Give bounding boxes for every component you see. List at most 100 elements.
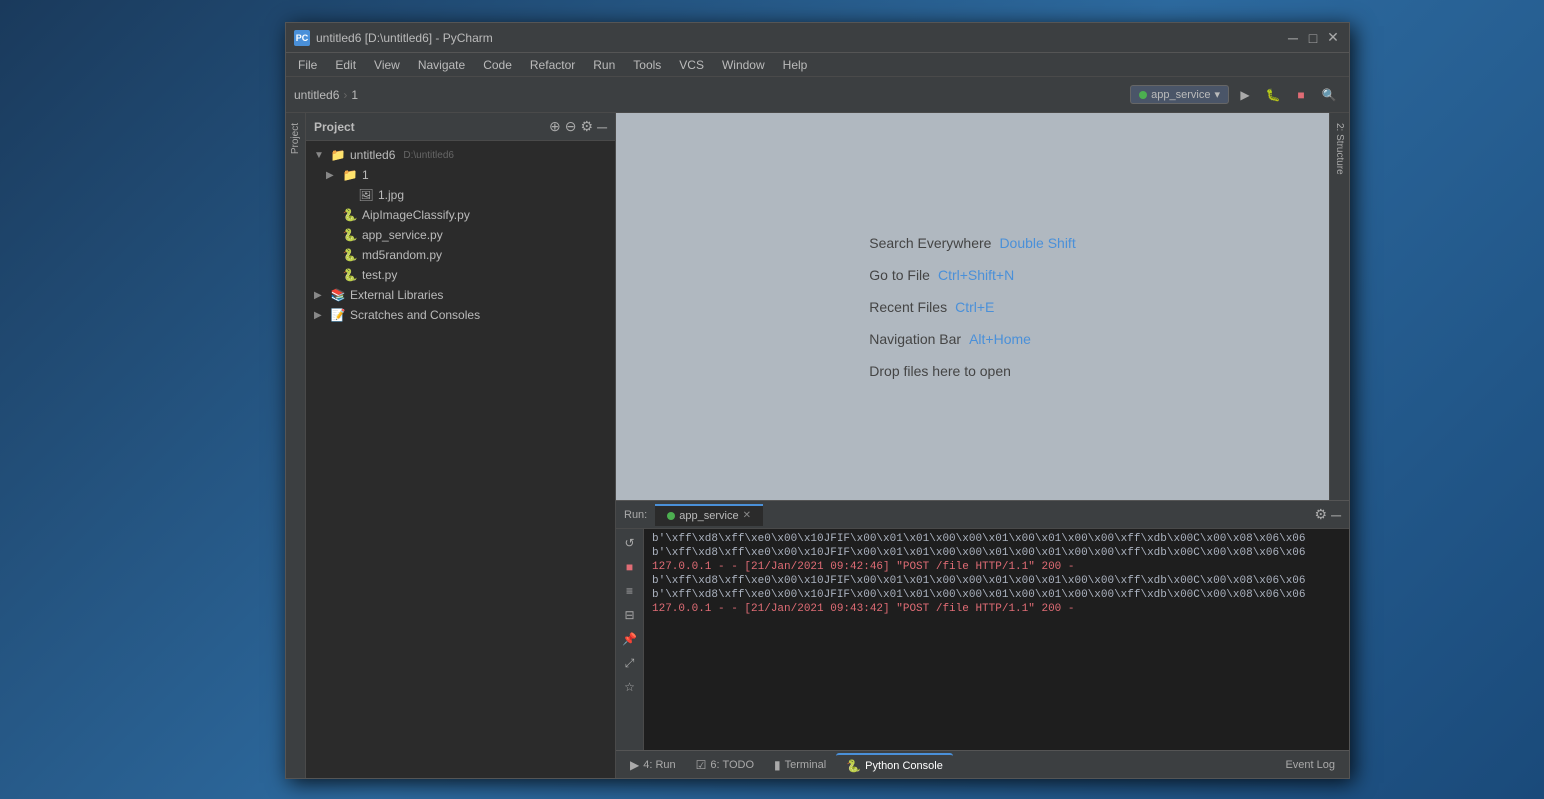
editor-structure-area: Search Everywhere Double Shift Go to Fil… [616,113,1349,500]
hint-search: Search Everywhere Double Shift [869,235,1075,251]
add-icon[interactable]: ⊕ [549,118,561,135]
menu-refactor[interactable]: Refactor [522,56,583,74]
hint-drop-label: Drop files here to open [869,363,1011,379]
image-icon: 🖼 [358,187,374,203]
project-panel-header: Project ⊕ ⊖ ⚙ ─ [306,113,615,141]
folder-name: 1 [362,168,369,182]
window-title: untitled6 [D:\untitled6] - PyCharm [316,31,1285,45]
run-panel-header: Run: app_service ✕ ⚙ ─ [616,501,1349,529]
menu-navigate[interactable]: Navigate [410,56,473,74]
close-run-panel-icon[interactable]: ─ [1331,507,1341,523]
structure-tab[interactable]: 2: Structure [1332,117,1347,181]
breadcrumb-folder[interactable]: 1 [351,88,358,102]
output-line-2: b'\xff\xd8\xff\xe0\x00\x10JFIF\x00\x01\x… [652,547,1341,559]
menu-code[interactable]: Code [475,56,520,74]
python-icon: 🐍 [342,247,358,263]
settings-icon[interactable]: ⚙ [581,118,594,135]
editor-area[interactable]: Search Everywhere Double Shift Go to Fil… [616,113,1329,500]
collapse-icon[interactable]: ⊖ [565,118,577,135]
hint-label: Search Everywhere [869,235,991,251]
run-configuration[interactable]: app_service ▾ [1130,85,1229,104]
stop-button[interactable]: ■ [1289,83,1313,107]
hint-shortcut: Double Shift [999,235,1075,251]
menu-help[interactable]: Help [775,56,816,74]
breadcrumb-project[interactable]: untitled6 [294,88,339,102]
output-line-4: b'\xff\xd8\xff\xe0\x00\x10JFIF\x00\x01\x… [652,575,1341,587]
run-tab-close[interactable]: ✕ [743,510,751,521]
menu-vcs[interactable]: VCS [671,56,712,74]
run-config-name: app_service [1151,89,1210,101]
tree-folder-1[interactable]: ▶ 📁 1 [306,165,615,185]
run-active-indicator [667,512,675,520]
event-log-label: Event Log [1285,759,1335,771]
python-icon: 🐍 [342,207,358,223]
project-name: untitled6 [350,148,395,162]
search-button[interactable]: 🔍 [1317,83,1341,107]
run-sidebar-buttons: ↺ ■ ≡ ⊟ 📌 ⤢ ☆ [616,529,644,750]
rerun-button[interactable]: ↺ [620,533,640,553]
toolbar: untitled6 › 1 app_service ▾ ▶ 🐛 ■ 🔍 [286,77,1349,113]
structure-sidebar: 2: Structure [1329,113,1349,500]
menu-view[interactable]: View [366,56,408,74]
settings-icon[interactable]: ⚙ [1315,506,1328,523]
hint-goto: Go to File Ctrl+Shift+N [869,267,1075,283]
python-icon: 🐍 [342,227,358,243]
expand-button[interactable]: ⤢ [620,653,640,673]
minimize-panel-icon[interactable]: ─ [597,119,607,135]
window-controls: ─ □ ✕ [1285,30,1341,46]
event-log-button[interactable]: Event Log [1275,755,1345,775]
output-line-1: b'\xff\xd8\xff\xe0\x00\x10JFIF\x00\x01\x… [652,533,1341,545]
tab-todo[interactable]: ☑ 6: TODO [686,754,764,776]
tree-external-libs[interactable]: ▶ 📚 External Libraries [306,285,615,305]
stop-run-button[interactable]: ■ [620,557,640,577]
tree-file-md5[interactable]: 🐍 md5random.py [306,245,615,265]
terminal-tab-icon: ▮ [774,758,781,772]
tree-scratches[interactable]: ▶ 📝 Scratches and Consoles [306,305,615,325]
run-config-arrow: ▾ [1214,88,1220,101]
tree-file-1jpg[interactable]: 🖼 1.jpg [306,185,615,205]
menu-tools[interactable]: Tools [625,56,669,74]
menu-file[interactable]: File [290,56,325,74]
bottom-tabs: ▶ 4: Run ☑ 6: TODO ▮ Terminal 🐍 Python C… [616,750,1349,778]
run-app-service-tab[interactable]: app_service ✕ [655,504,763,526]
tree-file-test[interactable]: 🐍 test.py [306,265,615,285]
folder-icon: 📁 [330,147,346,163]
project-panel: Project ⊕ ⊖ ⚙ ─ ▼ 📁 untitled6 D:\untitle… [306,113,616,778]
tree-file-aip[interactable]: 🐍 AipImageClassify.py [306,205,615,225]
title-bar: PC untitled6 [D:\untitled6] - PyCharm ─ … [286,23,1349,53]
run-button[interactable]: ▶ [1233,83,1257,107]
tab-python-console[interactable]: 🐍 Python Console [836,753,953,777]
hint-shortcut: Ctrl+Shift+N [938,267,1014,283]
tab-terminal[interactable]: ▮ Terminal [764,754,836,776]
menu-window[interactable]: Window [714,56,773,74]
tree-file-appservice[interactable]: 🐍 app_service.py [306,225,615,245]
hint-drop: Drop files here to open [869,363,1075,379]
arrow-icon: ▶ [314,290,326,301]
file-tree: ▼ 📁 untitled6 D:\untitled6 ▶ 📁 1 🖼 [306,141,615,778]
close-button[interactable]: ✕ [1325,30,1341,46]
output-line-6: 127.0.0.1 - - [21/Jan/2021 09:43:42] "PO… [652,603,1341,615]
scroll-console-button[interactable]: ≡ [620,581,640,601]
minimize-button[interactable]: ─ [1285,30,1301,46]
hint-recent: Recent Files Ctrl+E [869,299,1075,315]
maximize-button[interactable]: □ [1305,30,1321,46]
pin-button[interactable]: 📌 [620,629,640,649]
python-console-tab-icon: 🐍 [846,759,861,773]
tab-terminal-label: Terminal [785,759,827,771]
right-area: Search Everywhere Double Shift Go to Fil… [616,113,1349,778]
desktop: PC untitled6 [D:\untitled6] - PyCharm ─ … [0,0,1544,799]
scratches-label: Scratches and Consoles [350,308,480,322]
filename: AipImageClassify.py [362,208,470,222]
todo-tab-icon: ☑ [696,758,707,772]
project-tab[interactable]: Project [288,117,303,160]
menu-edit[interactable]: Edit [327,56,364,74]
debug-button[interactable]: 🐛 [1261,83,1285,107]
menu-bar: File Edit View Navigate Code Refactor Ru… [286,53,1349,77]
run-label: Run: [624,509,647,521]
tab-run[interactable]: ▶ 4: Run [620,754,686,776]
tree-root[interactable]: ▼ 📁 untitled6 D:\untitled6 [306,145,615,165]
star-button[interactable]: ☆ [620,677,640,697]
filter-button[interactable]: ⊟ [620,605,640,625]
hint-navbar: Navigation Bar Alt+Home [869,331,1075,347]
menu-run[interactable]: Run [585,56,623,74]
